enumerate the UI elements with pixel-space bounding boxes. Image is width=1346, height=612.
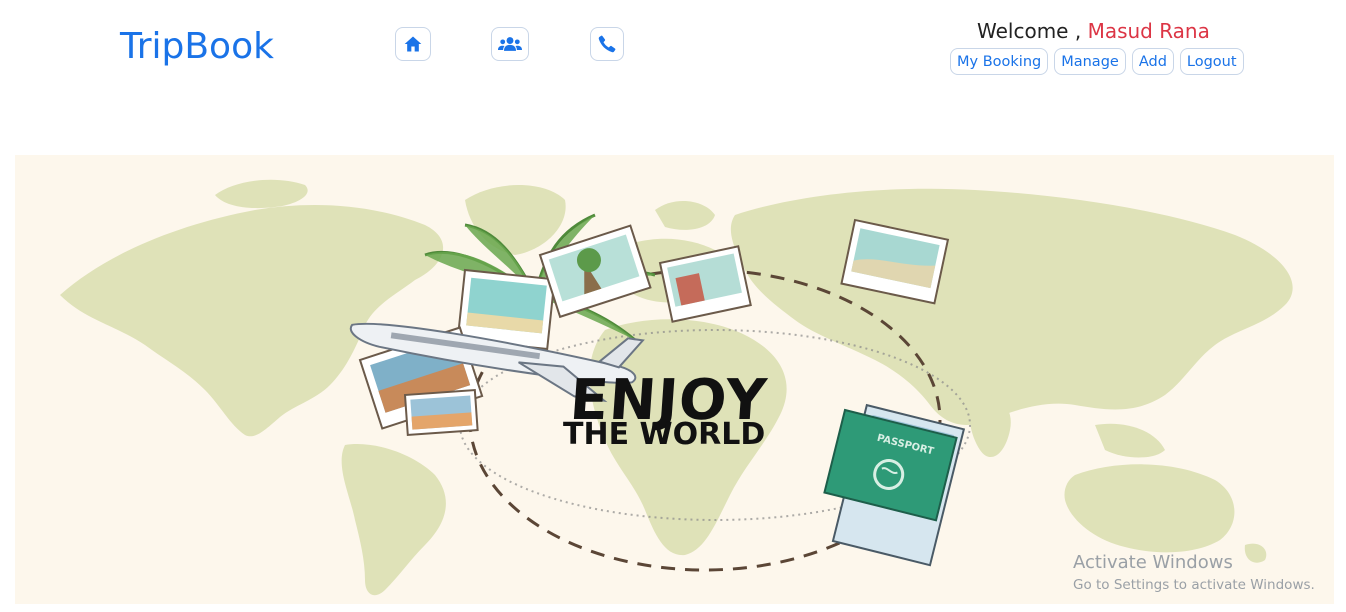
account-actions: My Booking Manage Add Logout xyxy=(950,48,1244,75)
home-button[interactable] xyxy=(395,27,431,61)
welcome-prefix: Welcome , xyxy=(977,19,1082,43)
users-button[interactable] xyxy=(491,27,529,61)
welcome-message: Welcome , Masud Rana xyxy=(977,19,1210,43)
phone-button[interactable] xyxy=(590,27,624,61)
brand-logo[interactable]: TripBook xyxy=(120,26,274,67)
phone-icon xyxy=(598,35,616,53)
users-icon xyxy=(498,37,522,51)
hero-banner: PASSPORT ENJOY THE WORLD xyxy=(15,155,1334,604)
manage-button[interactable]: Manage xyxy=(1054,48,1126,75)
page: TripBook Welcome , Masud Rana My Booking… xyxy=(0,0,1346,612)
activate-windows-title: Activate Windows xyxy=(1073,552,1233,573)
headline-the-world: THE WORLD xyxy=(563,417,766,452)
logout-button[interactable]: Logout xyxy=(1179,48,1244,75)
my-booking-button[interactable]: My Booking xyxy=(950,48,1049,75)
home-icon xyxy=(404,36,422,52)
add-button[interactable]: Add xyxy=(1131,48,1174,75)
activate-windows-subtitle: Go to Settings to activate Windows. xyxy=(1073,577,1315,593)
user-name: Masud Rana xyxy=(1087,19,1210,43)
